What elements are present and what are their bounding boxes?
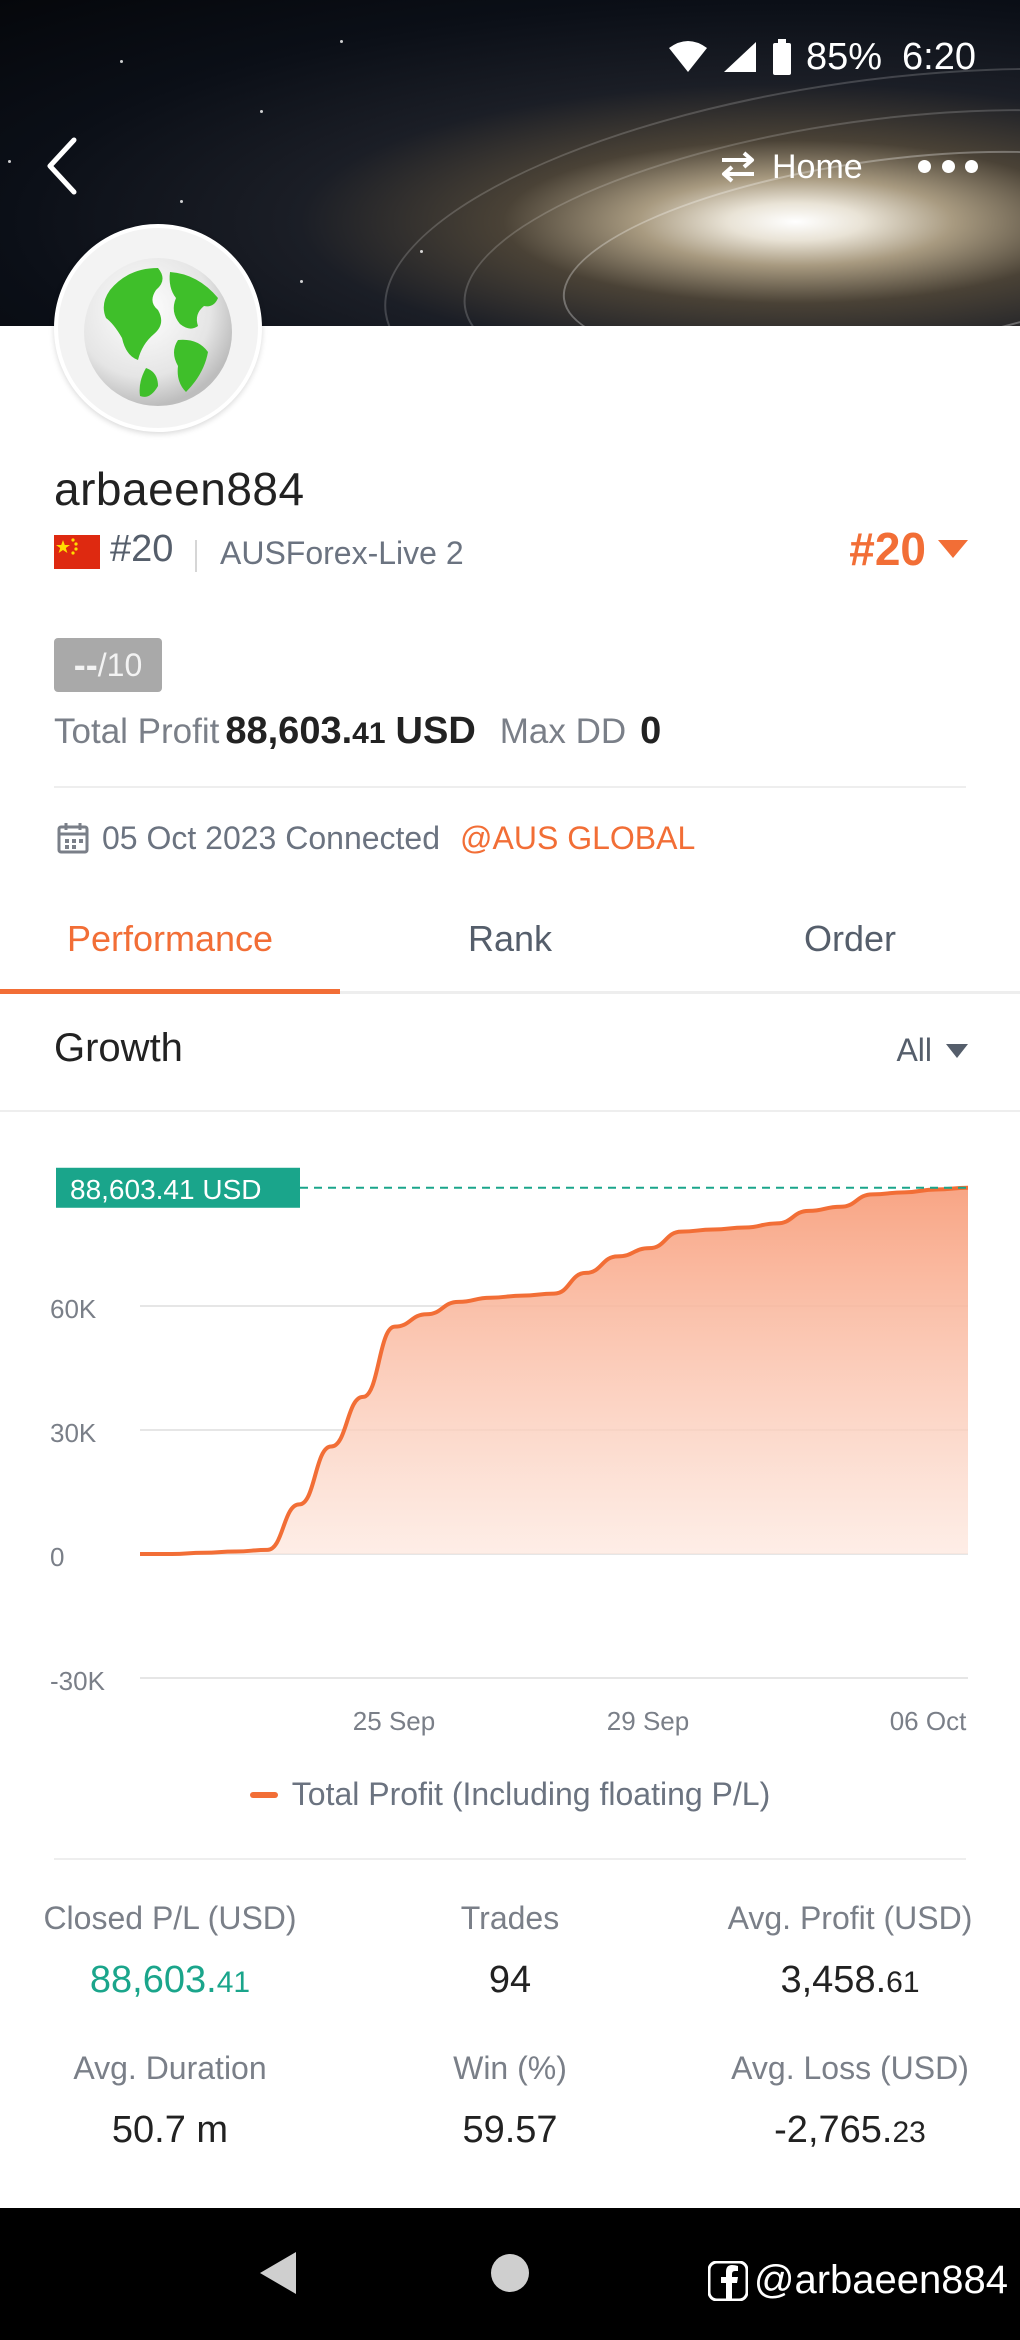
connected-row: 05 Oct 2023 Connected @AUS GLOBAL bbox=[56, 815, 695, 861]
series-area bbox=[140, 1187, 968, 1554]
username: arbaeen884 bbox=[54, 463, 305, 515]
divider bbox=[54, 1858, 966, 1860]
back-button[interactable] bbox=[40, 134, 88, 198]
trades-value: 94 bbox=[488, 1959, 532, 2001]
avg-duration-stat: Avg. Duration 50.7 m bbox=[0, 2050, 340, 2152]
trades-stat: Trades 94 bbox=[340, 1900, 680, 2002]
y-tick-label: 30K bbox=[50, 1418, 97, 1448]
divider bbox=[54, 786, 966, 788]
y-tick-label: -30K bbox=[50, 1666, 106, 1696]
tab-order[interactable]: Order bbox=[680, 900, 1020, 991]
win-label: Win (%) bbox=[453, 2050, 567, 2086]
star bbox=[260, 110, 263, 113]
watermark-text: @arbaeen884 bbox=[753, 2258, 1008, 2302]
globe-icon bbox=[84, 258, 232, 406]
closed-pl-stat: Closed P/L (USD) 88,603.41 bbox=[0, 1900, 340, 2002]
triangle-back-icon bbox=[260, 2252, 296, 2294]
broker-link[interactable]: @AUS GLOBAL bbox=[460, 820, 695, 857]
star bbox=[120, 60, 123, 63]
growth-chart: 60K 30K 0 -30K 25 Sep 29 Sep 06 Oct 88,603.41 U… bbox=[0, 1110, 1020, 1830]
star bbox=[300, 280, 303, 283]
avg-profit-value: 3,458.61 bbox=[680, 1959, 1020, 2002]
score-total: /10 bbox=[97, 646, 143, 683]
tab-bar: Performance Rank Order bbox=[0, 900, 1020, 994]
legend-swatch bbox=[249, 1791, 278, 1798]
avg-loss-int: -2,765. bbox=[774, 2109, 893, 2151]
rank-big-value: #20 bbox=[849, 523, 926, 575]
chevron-left-icon bbox=[47, 137, 77, 195]
total-profit-row: Total Profit 88,603. 41 USD Max DD 0 bbox=[54, 710, 661, 764]
server-name: AUSForex-Live 2 bbox=[220, 535, 464, 571]
win-value: 59.57 bbox=[462, 2109, 558, 2151]
connected-date: 05 Oct 2023 Connected bbox=[102, 819, 441, 856]
total-profit-label: Total Profit bbox=[54, 712, 220, 751]
x-tick-label: 29 Sep bbox=[607, 1706, 689, 1736]
closed-pl-int: 88,603. bbox=[89, 1959, 217, 2001]
home-label: Home bbox=[772, 147, 863, 186]
star bbox=[340, 40, 343, 43]
closed-pl-dec: 41 bbox=[216, 1966, 251, 1999]
star bbox=[180, 200, 183, 203]
avg-profit-stat: Avg. Profit (USD) 3,458.61 bbox=[680, 1900, 1020, 2002]
score-badge: --/10 bbox=[54, 638, 162, 692]
total-profit-decimals: 41 bbox=[352, 717, 386, 750]
avg-loss-label: Avg. Loss (USD) bbox=[731, 2050, 969, 2086]
avg-loss-value: -2,765.23 bbox=[680, 2109, 1020, 2152]
win-stat: Win (%) 59.57 bbox=[340, 2050, 680, 2152]
tab-performance[interactable]: Performance bbox=[0, 900, 340, 994]
chart-legend: Total Profit (Including floating P/L) bbox=[0, 1776, 1020, 1813]
max-dd-value: 0 bbox=[640, 710, 662, 752]
nav-back-button[interactable] bbox=[258, 2250, 298, 2301]
legend-label: Total Profit (Including floating P/L) bbox=[291, 1776, 771, 1812]
battery-percent: 85% bbox=[805, 35, 883, 78]
closed-pl-label: Closed P/L (USD) bbox=[43, 1900, 297, 1936]
caret-down-icon bbox=[946, 1043, 968, 1058]
y-tick-label: 0 bbox=[50, 1542, 64, 1572]
growth-chart-svg: 60K 30K 0 -30K 25 Sep 29 Sep 06 Oct 88,603.41 U… bbox=[50, 1167, 969, 1736]
caret-down-icon bbox=[938, 540, 968, 558]
more-options-icon[interactable] bbox=[918, 150, 978, 182]
system-nav-bar: @arbaeen884 bbox=[0, 2208, 1020, 2340]
nav-home-button[interactable] bbox=[491, 2254, 529, 2292]
x-tick-label: 25 Sep bbox=[353, 1706, 435, 1736]
trades-label: Trades bbox=[460, 1900, 560, 1936]
avg-profit-dec: 61 bbox=[886, 1966, 920, 1999]
x-tick-label: 06 Oct bbox=[890, 1706, 967, 1736]
calendar-icon bbox=[57, 823, 89, 854]
avg-duration-value: 50.7 m bbox=[111, 2109, 229, 2151]
facebook-icon bbox=[707, 2260, 748, 2301]
avg-profit-int: 3,458. bbox=[780, 1959, 887, 2001]
avatar bbox=[54, 224, 262, 432]
total-profit-unit: USD bbox=[395, 710, 476, 752]
y-tick-label: 60K bbox=[50, 1294, 97, 1324]
status-bar: 85% 6:20 bbox=[668, 32, 976, 82]
battery-icon bbox=[772, 39, 792, 75]
star bbox=[8, 160, 11, 163]
avg-loss-stat: Avg. Loss (USD) -2,765.23 bbox=[680, 2050, 1020, 2152]
wifi-icon bbox=[668, 40, 708, 74]
avg-profit-label: Avg. Profit (USD) bbox=[727, 1900, 973, 1936]
china-flag-icon bbox=[54, 535, 100, 569]
rank-dropdown[interactable]: #20 bbox=[849, 522, 968, 576]
watermark: @arbaeen884 bbox=[707, 2258, 1008, 2303]
score-value: -- bbox=[73, 644, 98, 685]
star bbox=[420, 250, 423, 253]
total-profit-value: 88,603. bbox=[225, 710, 353, 752]
avg-loss-dec: 23 bbox=[892, 2116, 926, 2149]
avg-duration-label: Avg. Duration bbox=[73, 2050, 267, 2086]
tab-rank[interactable]: Rank bbox=[340, 900, 680, 991]
range-value: All bbox=[896, 1032, 932, 1068]
growth-title: Growth bbox=[54, 1026, 183, 1070]
closed-pl-value: 88,603.41 bbox=[0, 1959, 340, 2002]
clock: 6:20 bbox=[902, 35, 976, 78]
separator bbox=[195, 540, 197, 572]
rank-small: #20 bbox=[110, 528, 174, 570]
value-tooltip-text: 88,603.41 USD bbox=[70, 1174, 261, 1205]
range-select[interactable]: All bbox=[896, 1032, 968, 1069]
switch-home-button[interactable]: Home bbox=[718, 142, 863, 192]
max-dd-label: Max DD bbox=[499, 712, 627, 751]
cell-signal-icon bbox=[722, 40, 758, 74]
swap-icon bbox=[722, 151, 754, 183]
